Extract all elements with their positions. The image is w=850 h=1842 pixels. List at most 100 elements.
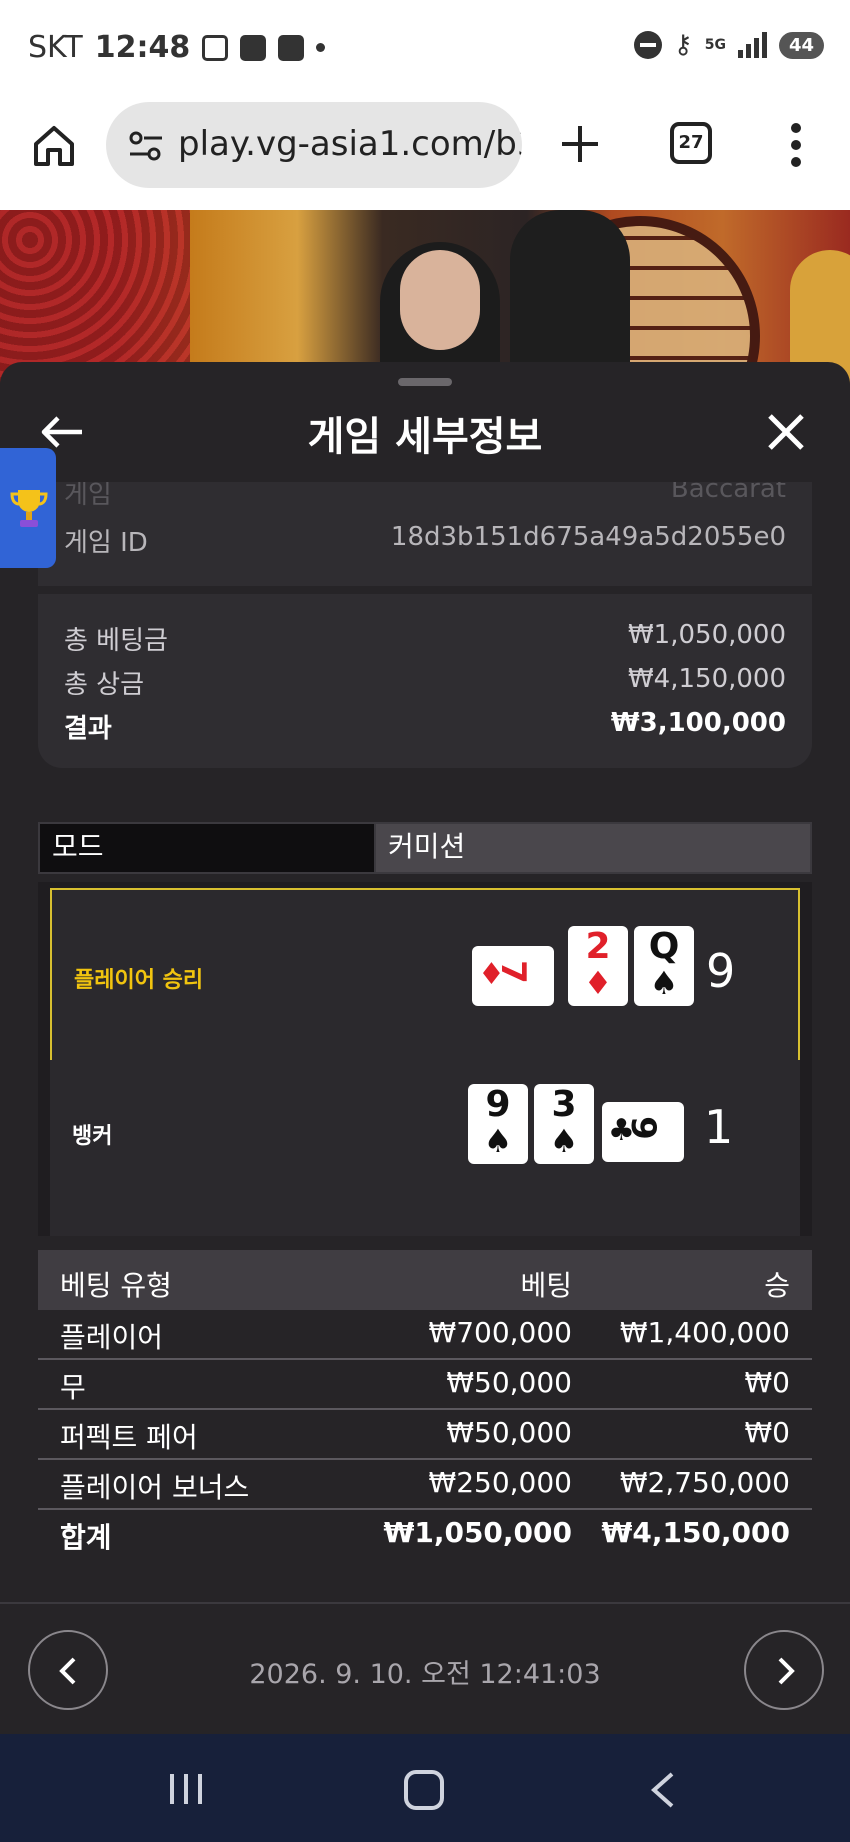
win-amount-cell: ₩1,400,000 [619,1316,790,1349]
network-type: 5G [704,37,726,53]
status-right: ⚷ 5G 44 [633,30,824,60]
footer-divider [0,1602,850,1604]
do-not-disturb-icon [633,31,662,59]
leaderboard-tab[interactable] [0,448,56,568]
mode-value: 커미션 [376,822,812,874]
banker-card-2: 3 ♠ [534,1084,594,1164]
player-card-2: 2 ♦ [568,926,628,1006]
bet-amount-cell: ₩50,000 [446,1416,572,1449]
card-rank: 2 [585,926,611,967]
game-id-label: 게임 ID [64,528,148,558]
card-rank: Q [648,926,680,967]
carrier-label: SKT [28,30,83,65]
tune-icon[interactable] [126,126,166,166]
address-bar[interactable]: play.vg-asia1.com/b3 [106,102,522,188]
player-card-3: Q ♠ [634,926,694,1006]
game-info-card: 게임 Baccarat 게임 ID 18d3b151d675a49a5d2055… [38,482,812,586]
battery-level: 44 [778,31,824,59]
banker-card-3: 9 ♣ [602,1102,684,1162]
card-suit: ♠ [549,1122,579,1160]
win-amount-cell: ₩0 [744,1366,791,1399]
mode-bar: 모드 커미션 [38,822,812,874]
banker-card-1: 9 ♠ [468,1084,528,1164]
game-id-value: 18d3b151d675a49a5d2055e0 [390,522,786,552]
banker-score: 1 [704,1100,734,1154]
hands-panel: 플레이어 승리 7 ♦ 2 ♦ Q ♠ 9 뱅커 9 ♠ 3 ♠ 9 ♣ 1 [38,882,812,1236]
back-icon[interactable] [648,1770,678,1810]
b-app-icon [240,34,267,61]
game-type-value: Baccarat [670,482,786,504]
browser-toolbar: play.vg-asia1.com/b3 27 [0,98,850,210]
plus-icon[interactable] [556,120,604,168]
close-icon[interactable] [766,412,806,452]
result-value: ₩3,100,000 [610,708,786,738]
clock: 12:48 [94,30,191,65]
tab-switcher-button[interactable]: 27 [670,122,712,164]
card-suit: ♠ [483,1122,513,1160]
player-hand-label: 플레이어 승리 [74,968,204,993]
game-type-label: 게임 [64,482,112,510]
trophy-icon [10,490,48,527]
bet-type-cell: 플레이어 보너스 [60,1471,250,1504]
total-win-cell: ₩4,150,000 [601,1516,790,1549]
header-bet-type: 베팅 유형 [60,1269,172,1302]
win-amount-cell: ₩2,750,000 [619,1466,790,1499]
result-row: 결과 ₩3,100,000 [64,708,786,745]
status-left: SKT 12:48 [28,30,326,65]
status-bar: SKT 12:48 ⚷ 5G 44 [0,0,850,98]
bet-amount-cell: ₩250,000 [428,1466,572,1499]
bet-type-cell: 퍼펙트 페어 [60,1421,198,1454]
total-bet-row: 총 베팅금 ₩1,050,000 [64,620,786,657]
card-rank: 9 [485,1084,511,1125]
card-suit: ♠ [649,964,679,1002]
summary-card: 총 베팅금 ₩1,050,000 총 상금 ₩4,150,000 결과 ₩3,1… [38,594,812,768]
total-prize-row: 총 상금 ₩4,150,000 [64,664,786,701]
card-suit: ♦ [583,964,613,1002]
bet-table-header: 베팅 유형 베팅 승 [38,1250,812,1310]
dealer-face [400,250,480,350]
card-suit: ♦ [478,957,505,992]
table-row: 플레이어 보너스 ₩250,000 ₩2,750,000 [38,1460,812,1510]
recents-icon[interactable] [168,1772,204,1806]
card-suit: ♣ [608,1113,635,1148]
drag-handle[interactable] [398,378,452,386]
table-row: 플레이어 ₩700,000 ₩1,400,000 [38,1310,812,1360]
bet-amount-cell: ₩50,000 [446,1366,572,1399]
more-icon[interactable] [786,120,806,170]
total-prize-value: ₩4,150,000 [627,664,786,694]
result-label: 결과 [64,714,112,744]
card-rank: 3 [551,1084,577,1125]
youtube-icon [278,34,305,61]
vpn-key-icon: ⚷ [673,30,693,60]
next-game-button[interactable] [744,1630,824,1710]
chevron-right-icon [778,1657,795,1685]
bet-type-cell: 플레이어 [60,1321,164,1354]
url-text[interactable]: play.vg-asia1.com/b3 [178,124,522,164]
game-type-row: 게임 Baccarat [64,482,786,512]
header-win: 승 [764,1269,790,1302]
banker-hand-label: 뱅커 [72,1124,113,1149]
home-button-icon[interactable] [404,1770,444,1810]
home-icon[interactable] [30,122,78,170]
game-details-sheet: 게임 세부정보 게임 Baccarat 게임 ID 18d3b151d675a4… [0,362,850,1734]
sheet-title: 게임 세부정보 [307,414,543,460]
screenshot-icon [202,34,229,61]
player-hand: 플레이어 승리 7 ♦ 2 ♦ Q ♠ 9 [50,888,800,1064]
player-card-1: 7 ♦ [472,946,554,1006]
more-notifications-icon [316,43,326,52]
system-nav-bar [0,1734,850,1842]
signal-icon [737,32,767,58]
table-row: 무 ₩50,000 ₩0 [38,1360,812,1410]
game-id-row: 게임 ID 18d3b151d675a49a5d2055e0 [64,522,786,559]
total-label-cell: 합계 [60,1521,112,1554]
win-amount-cell: ₩0 [744,1416,791,1449]
banker-hand: 뱅커 9 ♠ 3 ♠ 9 ♣ 1 [50,1060,800,1236]
total-bet-cell: ₩1,050,000 [383,1516,572,1549]
bet-amount-cell: ₩700,000 [428,1316,572,1349]
game-timestamp: 2026. 9. 10. 오전 12:41:03 [249,1659,601,1690]
total-bet-label: 총 베팅금 [64,626,168,656]
header-bet: 베팅 [520,1269,572,1302]
mode-label: 모드 [38,822,376,874]
bet-type-cell: 무 [60,1371,86,1404]
player-score: 9 [706,944,736,998]
